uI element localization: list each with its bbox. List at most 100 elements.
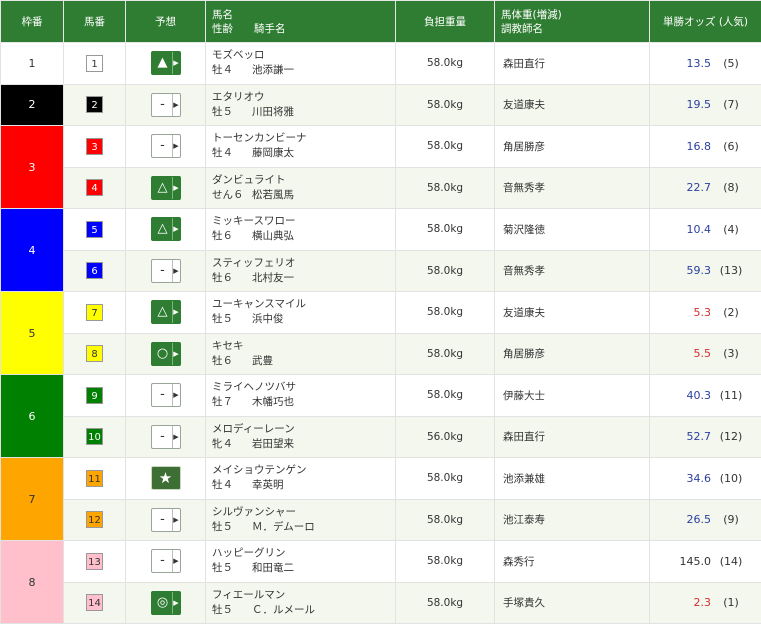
table-row: 14 ◎ ▶ フィエールマン 牡５ Ｃ．ルメール 58.0kg 手塚貴久 2.3 (1): [1, 581, 761, 624]
jockey-name-link[interactable]: 松若風馬: [252, 188, 294, 203]
jockey-name-link[interactable]: 岩田望来: [252, 437, 294, 452]
sex-age: 牡４: [212, 147, 233, 160]
prediction-cell: - ▶: [125, 540, 206, 583]
trainer-name-link[interactable]: 友道康夫: [494, 291, 650, 334]
header-horse-name: 馬名: [212, 8, 233, 21]
jockey-name-link[interactable]: 武豊: [252, 354, 273, 369]
trainer-name-link[interactable]: 森秀行: [494, 540, 650, 583]
jockey-name-link[interactable]: 藤岡康太: [252, 146, 294, 161]
trainer-name-link[interactable]: 角居勝彦: [494, 125, 650, 168]
sex-age: 牡５: [212, 603, 233, 616]
prediction-button[interactable]: △ ▶: [150, 300, 181, 325]
prediction-button[interactable]: ○ ▶: [150, 341, 181, 366]
umaban-cell: 9: [63, 374, 126, 417]
header-body-weight: 馬体重(増減): [501, 8, 562, 21]
prediction-mark: -: [160, 138, 165, 154]
header-odds: 単勝オッズ (人気): [649, 0, 761, 43]
caret-right-icon: ▶: [171, 93, 180, 116]
weight-cell: 58.0kg: [395, 540, 495, 583]
trainer-name-link[interactable]: 池江泰寿: [494, 498, 650, 541]
jockey-name-link[interactable]: 和田竜二: [252, 561, 294, 576]
horse-name-link[interactable]: ユーキャンスマイル: [212, 297, 395, 312]
trainer-name-link[interactable]: 手塚貴久: [494, 581, 650, 624]
sex-age: 牡５: [212, 520, 233, 533]
weight-cell: 58.0kg: [395, 166, 495, 209]
horse-name-link[interactable]: ハッピーグリン: [212, 546, 395, 561]
odds-cell: 19.5 (7): [649, 83, 761, 126]
prediction-mark: ○: [156, 345, 169, 361]
horse-number-box: 10: [86, 428, 103, 446]
prediction-button[interactable]: - ▶: [150, 549, 181, 574]
prediction-button[interactable]: - ▶: [150, 134, 181, 159]
odds-cell: 59.3 (13): [649, 249, 761, 292]
horse-name-link[interactable]: モズベッロ: [212, 48, 395, 63]
horse-name-link[interactable]: ダンビュライト: [212, 173, 395, 188]
jockey-name-link[interactable]: 木幡巧也: [252, 395, 294, 410]
umaban-cell: 4: [63, 166, 126, 209]
trainer-name-link[interactable]: 森田直行: [494, 415, 650, 458]
table-row: 12 - ▶ シルヴァンシャー 牡５ Ｍ．デムーロ 58.0kg 池江泰寿 26.5 (…: [1, 498, 761, 541]
prediction-mark: -: [160, 96, 165, 112]
table-row: 2 2 - ▶ エタリオウ 牡５ 川田将雅 58.0kg 友道康夫 19.5 (7): [0, 83, 761, 126]
jockey-name-link[interactable]: 浜中俊: [252, 312, 284, 327]
popularity: (4): [723, 222, 739, 236]
horse-name-link[interactable]: フィエールマン: [212, 588, 395, 603]
horse-name-link[interactable]: スティッフェリオ: [212, 256, 395, 271]
prediction-button[interactable]: - ▶: [150, 92, 181, 117]
horse-name-link[interactable]: ミライヘノツバサ: [212, 380, 395, 395]
horse-number-box: 14: [86, 594, 103, 612]
table-row: 4 5 △ ▶ ミッキースワロー 牡６ 横山典弘 58.0kg 菊沢隆徳 10.4 (4…: [0, 208, 761, 292]
trainer-name-link[interactable]: 池添兼雄: [494, 457, 650, 500]
trainer-name-link[interactable]: 森田直行: [494, 42, 650, 85]
prediction-button[interactable]: - ▶: [150, 383, 181, 408]
jockey-name-link[interactable]: 池添謙一: [252, 63, 294, 78]
trainer-name-link[interactable]: 音無秀孝: [494, 166, 650, 209]
win-odds: 5.3: [693, 305, 712, 319]
table-row: 1 1 ▲ ▶ モズベッロ 牡４ 池添謙一 58.0kg 森田直行 13.5 (5): [0, 42, 761, 85]
horse-name-link[interactable]: ミッキースワロー: [212, 214, 395, 229]
prediction-button[interactable]: △ ▶: [150, 217, 181, 242]
jockey-name-link[interactable]: 幸英明: [252, 478, 284, 493]
table-row: 10 - ▶ メロディーレーン 牝４ 岩田望来 56.0kg 森田直行 52.7 (12…: [1, 415, 761, 458]
popularity: (3): [723, 347, 739, 361]
trainer-name-link[interactable]: 音無秀孝: [494, 249, 650, 292]
horse-name-link[interactable]: シルヴァンシャー: [212, 505, 395, 520]
jockey-name-link[interactable]: Ｍ．デムーロ: [252, 520, 315, 535]
horse-cell: ダンビュライト せん６ 松若風馬: [205, 166, 396, 209]
odds-cell: 10.4 (4): [649, 208, 761, 251]
trainer-name-link[interactable]: 伊藤大士: [494, 374, 650, 417]
weight-cell: 58.0kg: [395, 457, 495, 500]
trainer-name-link[interactable]: 菊沢隆徳: [494, 208, 650, 251]
jockey-name-link[interactable]: Ｃ．ルメール: [252, 603, 315, 618]
jockey-name-link[interactable]: 横山典弘: [252, 229, 294, 244]
table-row: 4 △ ▶ ダンビュライト せん６ 松若風馬 58.0kg 音無秀孝 22.7 (8): [1, 166, 761, 209]
weight-cell: 58.0kg: [395, 498, 495, 541]
waku-cell: 3: [0, 125, 64, 209]
jockey-name-link[interactable]: 北村友一: [252, 271, 294, 286]
umaban-cell: 8: [63, 332, 126, 375]
caret-right-icon: ▶: [171, 425, 180, 448]
prediction-cell: - ▶: [125, 125, 206, 168]
sex-age: 牡６: [212, 230, 233, 243]
horse-name-link[interactable]: メイショウテンゲン: [212, 463, 395, 478]
prediction-button[interactable]: △ ▶: [150, 175, 181, 200]
horse-name-link[interactable]: メロディーレーン: [212, 422, 395, 437]
prediction-button[interactable]: - ▶: [150, 507, 181, 532]
prediction-button[interactable]: ◎ ▶: [150, 590, 181, 615]
horse-name-link[interactable]: エタリオウ: [212, 90, 395, 105]
prediction-mark: -: [160, 428, 165, 444]
prediction-button[interactable]: - ▶: [150, 258, 181, 283]
umaban-cell: 3: [63, 125, 126, 168]
horse-name-link[interactable]: トーセンカンビーナ: [212, 131, 395, 146]
popularity: (11): [719, 388, 743, 402]
prediction-button[interactable]: ▲ ▶: [150, 51, 181, 76]
prediction-button[interactable]: - ▶: [150, 424, 181, 449]
trainer-name-link[interactable]: 友道康夫: [494, 83, 650, 126]
popularity: (7): [723, 98, 739, 112]
jockey-name-link[interactable]: 川田将雅: [252, 105, 294, 120]
prediction-button[interactable]: ★: [150, 466, 181, 491]
trainer-name-link[interactable]: 角居勝彦: [494, 332, 650, 375]
win-odds: 13.5: [686, 56, 712, 70]
horse-name-link[interactable]: キセキ: [212, 339, 395, 354]
sex-age: せん６: [212, 188, 244, 201]
